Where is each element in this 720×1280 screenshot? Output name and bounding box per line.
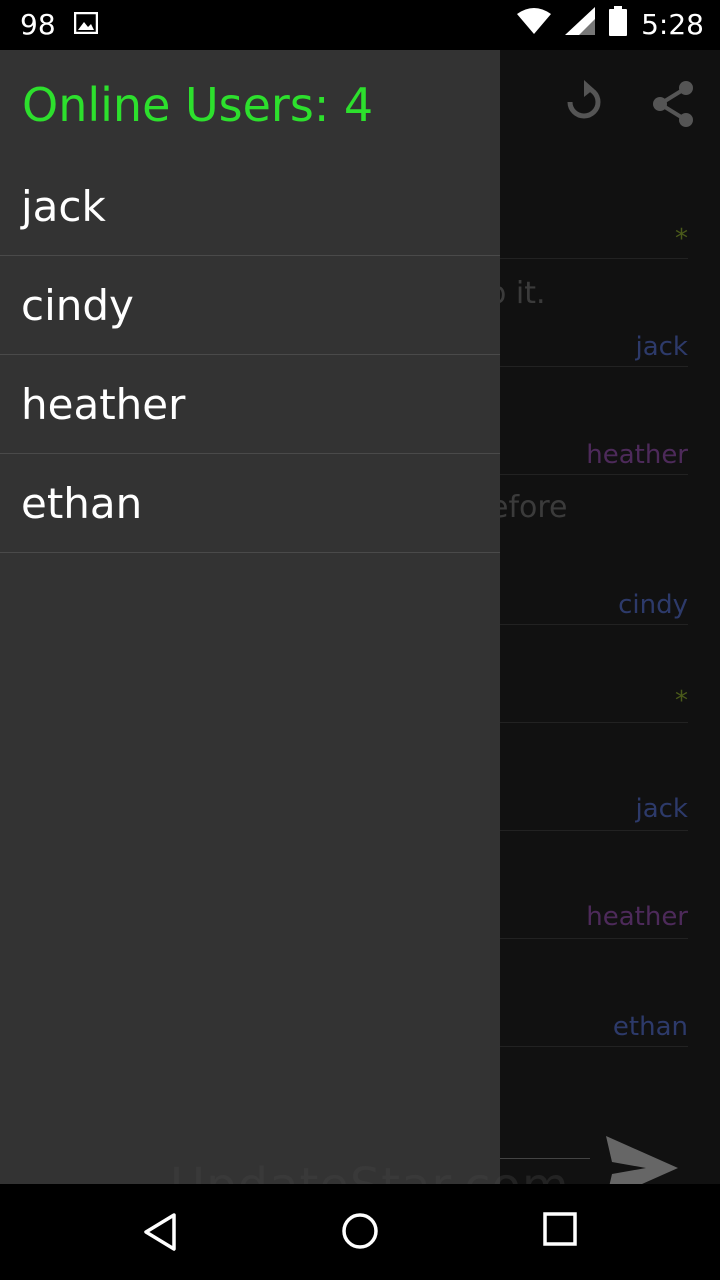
message-author: * [675, 686, 688, 716]
user-list-item[interactable]: heather [0, 355, 500, 454]
message-author: * [675, 224, 688, 254]
status-bar: 98 5:28 [0, 0, 720, 50]
recents-icon[interactable] [543, 1212, 577, 1250]
message-author: heather [586, 902, 688, 932]
message-row: jack [500, 722, 688, 831]
message-author: cindy [618, 590, 688, 620]
message-row: efore cindy [490, 474, 688, 625]
message-author: ethan [612, 1012, 688, 1042]
battery-icon [609, 6, 628, 43]
user-list-item[interactable]: ethan [0, 454, 500, 553]
share-icon[interactable] [652, 80, 696, 132]
message-row: * [500, 624, 688, 723]
message-row: * [500, 200, 688, 259]
message-author: jack [635, 794, 688, 824]
message-text: efore [490, 490, 568, 525]
message-row: heather [500, 366, 688, 475]
clock: 5:28 [641, 8, 704, 41]
notification-count: 98 [20, 8, 56, 41]
message-author: heather [586, 440, 688, 470]
user-list-item[interactable]: jack [0, 157, 500, 256]
message-row: o it. jack [488, 258, 688, 367]
online-users-title: Online Users: 4 [22, 78, 374, 132]
image-icon [73, 8, 98, 41]
system-nav-bar [0, 1184, 720, 1280]
message-author: jack [635, 332, 688, 362]
user-list: jack cindy heather ethan [0, 157, 500, 553]
wifi-icon [517, 8, 552, 41]
home-icon[interactable] [341, 1212, 379, 1254]
user-list-item[interactable]: cindy [0, 256, 500, 355]
refresh-icon[interactable] [562, 80, 606, 132]
signal-icon [565, 7, 596, 42]
message-row: ethan [500, 938, 688, 1047]
message-row: heather [500, 830, 688, 939]
navigation-drawer: Online Users: 4 jack cindy heather ethan [0, 50, 500, 1184]
back-icon[interactable] [142, 1212, 178, 1256]
